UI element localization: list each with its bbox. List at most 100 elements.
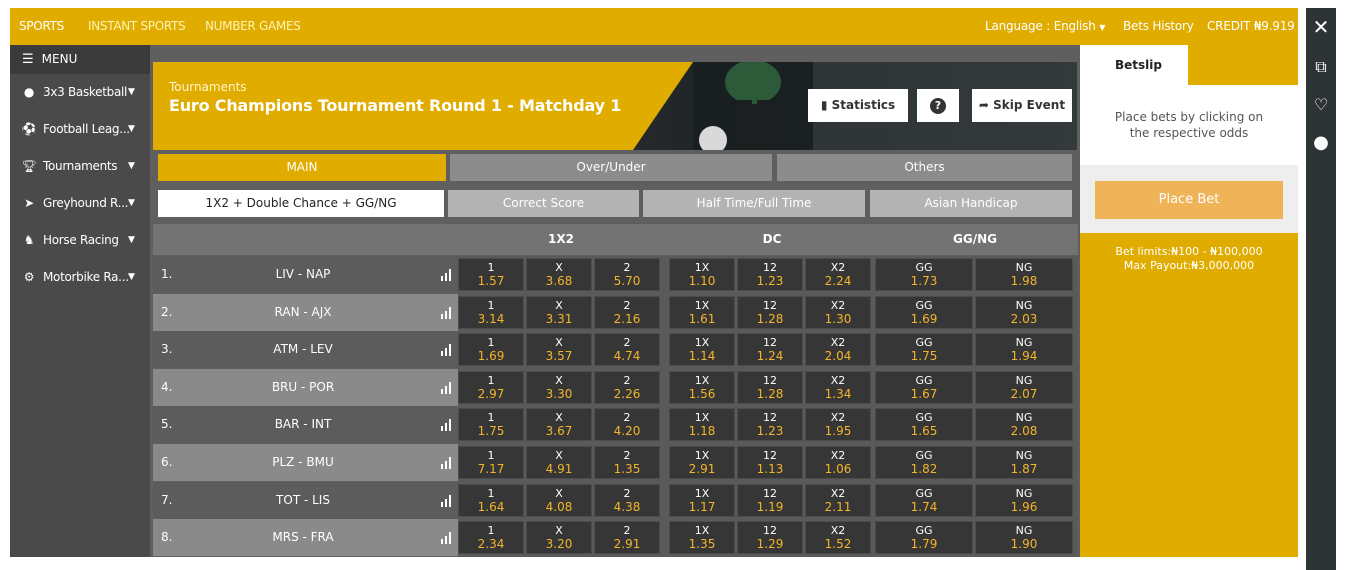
circle-icon[interactable]: ●	[1306, 128, 1336, 158]
sidebar-item-motorbike[interactable]: ⚙ Motorbike Ra... ▼	[10, 259, 150, 296]
odds-button[interactable]: 1X 1.35	[669, 521, 735, 555]
odds-button[interactable]: 2 5.70	[594, 258, 660, 291]
close-icon[interactable]: ✕	[1306, 12, 1336, 42]
bets-history-link[interactable]: Bets History	[1123, 8, 1194, 45]
odds-button[interactable]: X2 2.04	[805, 333, 871, 367]
odds-button[interactable]: 1X 1.61	[669, 295, 735, 329]
odds-button[interactable]: X2 1.34	[805, 370, 871, 404]
sidebar-item-football-league[interactable]: ⚽ Football Leag... ▼	[10, 111, 150, 148]
odds-button[interactable]: 1X 1.10	[669, 258, 735, 291]
odds-button[interactable]: 1X 1.14	[669, 333, 735, 367]
odds-button[interactable]: 1 1.69	[458, 333, 524, 367]
odds-button[interactable]: GG 1.74	[875, 483, 973, 517]
statistics-icon[interactable]	[440, 344, 452, 357]
odds-button[interactable]: NG 2.08	[975, 408, 1073, 442]
betslip-tab[interactable]: Betslip	[1080, 45, 1188, 85]
statistics-button[interactable]: ▮ Statistics	[808, 89, 908, 122]
statistics-icon[interactable]	[440, 381, 452, 394]
odds-button[interactable]: 1 7.17	[458, 446, 524, 479]
odds-button[interactable]: GG 1.79	[875, 521, 973, 555]
odds-button[interactable]: 12 1.28	[737, 370, 803, 404]
odds-button[interactable]: X 3.31	[526, 295, 592, 329]
odds-button[interactable]: 12 1.29	[737, 521, 803, 555]
tab-others[interactable]: Others	[777, 154, 1072, 181]
tab-over-under[interactable]: Over/Under	[450, 154, 772, 181]
odds-button[interactable]: 1 3.14	[458, 295, 524, 329]
odds-button[interactable]: 2 2.16	[594, 295, 660, 329]
odds-button[interactable]: 1 2.34	[458, 521, 524, 555]
place-bet-button[interactable]: Place Bet	[1095, 181, 1283, 219]
odds-button[interactable]: 1 1.57	[458, 258, 524, 291]
odds-button[interactable]: 2 4.74	[594, 333, 660, 367]
odds-button[interactable]: 1X 1.56	[669, 370, 735, 404]
odds-button[interactable]: NG 1.90	[975, 521, 1073, 555]
odds-button[interactable]: 12 1.19	[737, 483, 803, 517]
odds-button[interactable]: NG 2.03	[975, 295, 1073, 329]
odds-button[interactable]: 2 4.20	[594, 408, 660, 442]
match-info[interactable]: 1. LIV - NAP	[153, 256, 458, 293]
odds-button[interactable]: GG 1.73	[875, 258, 973, 291]
nav-number-games[interactable]: NUMBER GAMES	[205, 8, 301, 45]
statistics-icon[interactable]	[440, 457, 452, 469]
odds-button[interactable]: X 3.57	[526, 333, 592, 367]
odds-button[interactable]: 12 1.23	[737, 408, 803, 442]
odds-button[interactable]: X2 2.11	[805, 483, 871, 517]
statistics-icon[interactable]	[440, 419, 452, 432]
odds-button[interactable]: GG 1.75	[875, 333, 973, 367]
odds-button[interactable]: 12 1.23	[737, 258, 803, 291]
statistics-icon[interactable]	[440, 532, 452, 545]
odds-button[interactable]: X 3.68	[526, 258, 592, 291]
odds-button[interactable]: NG 1.98	[975, 258, 1073, 291]
odds-button[interactable]: GG 1.67	[875, 370, 973, 404]
odds-button[interactable]: 12 1.28	[737, 295, 803, 329]
match-info[interactable]: 4. BRU - POR	[153, 368, 458, 406]
tab-main[interactable]: MAIN	[158, 154, 446, 181]
odds-button[interactable]: X 4.91	[526, 446, 592, 479]
odds-button[interactable]: 2 4.38	[594, 483, 660, 517]
odds-button[interactable]: 1 1.64	[458, 483, 524, 517]
odds-button[interactable]: X 3.67	[526, 408, 592, 442]
subtab-correct-score[interactable]: Correct Score	[448, 190, 639, 217]
odds-button[interactable]: NG 1.87	[975, 446, 1073, 479]
odds-button[interactable]: NG 1.96	[975, 483, 1073, 517]
heart-icon[interactable]: ♡	[1306, 90, 1336, 120]
language-selector[interactable]: Language : English ▼	[985, 8, 1105, 45]
odds-button[interactable]: NG 2.07	[975, 370, 1073, 404]
odds-button[interactable]: X 4.08	[526, 483, 592, 517]
odds-button[interactable]: X 3.20	[526, 521, 592, 555]
match-info[interactable]: 7. TOT - LIS	[153, 481, 458, 519]
match-info[interactable]: 8. MRS - FRA	[153, 519, 458, 557]
statistics-icon[interactable]	[440, 306, 452, 319]
help-button[interactable]: ?	[917, 89, 959, 122]
odds-button[interactable]: X2 1.30	[805, 295, 871, 329]
sidebar-item-basketball[interactable]: ● 3x3 Basketball ▼	[10, 74, 150, 111]
odds-button[interactable]: 2 2.91	[594, 521, 660, 555]
odds-button[interactable]: 2 2.26	[594, 370, 660, 404]
nav-sports[interactable]: SPORTS	[19, 8, 64, 45]
odds-button[interactable]: X 3.30	[526, 370, 592, 404]
expand-icon[interactable]: ⧉	[1306, 52, 1336, 82]
match-info[interactable]: 3. ATM - LEV	[153, 331, 458, 369]
odds-button[interactable]: GG 1.65	[875, 408, 973, 442]
subtab-asian-handicap[interactable]: Asian Handicap	[870, 190, 1072, 217]
odds-button[interactable]: GG 1.69	[875, 295, 973, 329]
statistics-icon[interactable]	[440, 494, 452, 507]
odds-button[interactable]: X2 1.52	[805, 521, 871, 555]
subtab-1x2-dc-ggng[interactable]: 1X2 + Double Chance + GG/NG	[158, 190, 444, 217]
nav-instant-sports[interactable]: INSTANT SPORTS	[88, 8, 186, 45]
odds-button[interactable]: 12 1.13	[737, 446, 803, 479]
odds-button[interactable]: 2 1.35	[594, 446, 660, 479]
statistics-icon[interactable]	[440, 269, 452, 281]
match-info[interactable]: 5. BAR - INT	[153, 406, 458, 444]
menu-toggle[interactable]: ☰ MENU	[10, 45, 150, 74]
odds-button[interactable]: 1 1.75	[458, 408, 524, 442]
match-info[interactable]: 2. RAN - AJX	[153, 293, 458, 331]
subtab-half-time-full-time[interactable]: Half Time/Full Time	[643, 190, 865, 217]
odds-button[interactable]: X2 1.06	[805, 446, 871, 479]
odds-button[interactable]: X2 1.95	[805, 408, 871, 442]
odds-button[interactable]: GG 1.82	[875, 446, 973, 479]
sidebar-item-horse-racing[interactable]: ♞ Horse Racing ▼	[10, 222, 150, 259]
odds-button[interactable]: 1X 1.18	[669, 408, 735, 442]
match-info[interactable]: 6. PLZ - BMU	[153, 444, 458, 481]
odds-button[interactable]: X2 2.24	[805, 258, 871, 291]
